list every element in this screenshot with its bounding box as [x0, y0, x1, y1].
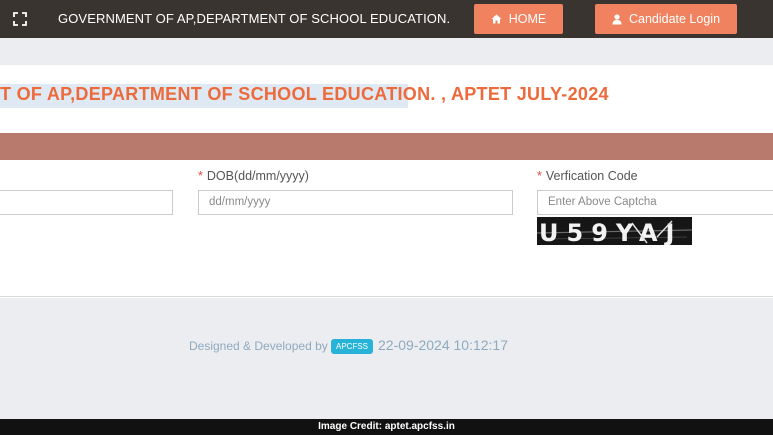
verification-code-label: * Verfication Code [537, 169, 638, 183]
first-field-input[interactable] [0, 190, 173, 215]
home-icon [491, 14, 502, 24]
header-title: GOVERNMENT OF AP,DEPARTMENT OF SCHOOL ED… [58, 11, 451, 26]
image-credit: Image Credit: aptet.apcfss.in [0, 419, 773, 435]
verification-code-label-text: Verfication Code [545, 169, 638, 183]
required-marker: * [198, 169, 203, 183]
home-button[interactable]: HOME [474, 4, 563, 34]
candidate-login-label: Candidate Login [628, 12, 721, 26]
candidate-login-button[interactable]: Candidate Login [595, 4, 737, 34]
exam-title: T OF AP,DEPARTMENT OF SCHOOL EDUCATION. … [0, 84, 609, 104]
expand-icon[interactable] [13, 12, 27, 26]
captcha-graphic: U59YAJ [537, 219, 692, 245]
captcha-input[interactable]: Enter Above Captcha [537, 190, 773, 215]
apcfss-badge[interactable]: APCFSS [331, 339, 374, 354]
user-icon [612, 13, 622, 24]
designed-by-text: Designed & Developed by [189, 339, 328, 353]
required-marker: * [537, 169, 542, 183]
form-header-bar [0, 133, 773, 160]
captcha-image: U59YAJ [537, 217, 692, 245]
dob-label-text: DOB(dd/mm/yyyy) [206, 169, 309, 183]
top-header-bar: GOVERNMENT OF AP,DEPARTMENT OF SCHOOL ED… [0, 0, 773, 38]
home-button-label: HOME [508, 12, 547, 26]
dob-label: * DOB(dd/mm/yyyy) [198, 169, 309, 183]
server-timestamp: 22-09-2024 10:12:17 [378, 337, 508, 353]
page: GOVERNMENT OF AP,DEPARTMENT OF SCHOOL ED… [0, 0, 773, 435]
panel-divider [0, 296, 773, 297]
dob-input[interactable]: dd/mm/yyyy [198, 190, 513, 215]
